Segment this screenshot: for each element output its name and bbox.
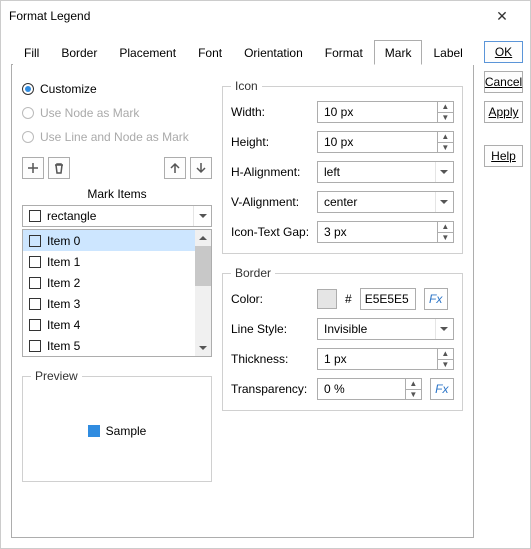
hash-label: # [341,292,356,306]
square-icon [29,298,41,310]
valign-label: V-Alignment: [231,195,313,209]
halign-select[interactable]: left [317,161,454,183]
chevron-down-icon [193,206,211,226]
mark-type-value: rectangle [45,209,193,223]
add-button[interactable] [22,157,44,179]
list-item[interactable]: Item 2 [23,272,195,293]
list-item[interactable]: Item 4 [23,314,195,335]
icon-legend: Icon [231,79,262,93]
gap-input[interactable]: 3 px ▲▼ [317,221,454,243]
spinner[interactable]: ▲▼ [437,132,453,152]
mark-items-list: Item 0 Item 1 Item 2 Item 3 Item 4 Item … [22,229,212,357]
preview-group: Preview Sample [22,369,212,482]
square-icon [29,210,41,222]
height-label: Height: [231,135,313,149]
spinner[interactable]: ▲▼ [405,379,421,399]
width-input[interactable]: 10 px ▲▼ [317,101,454,123]
color-swatch[interactable] [317,289,337,309]
transparency-fx-button[interactable]: Fx [430,378,454,400]
help-button[interactable]: Help [484,145,523,167]
list-item[interactable]: Item 5 [23,335,195,356]
radio-use-line-node [22,131,34,143]
thickness-input[interactable]: 1 px ▲▼ [317,348,454,370]
close-button[interactable]: ✕ [482,8,522,25]
linestyle-select[interactable]: Invisible [317,318,454,340]
arrow-down-icon [194,161,208,175]
tab-label[interactable]: Label [422,40,473,65]
spinner[interactable]: ▲▼ [437,349,453,369]
ok-button[interactable]: OK [484,41,523,63]
title-bar: Format Legend ✕ [1,1,530,31]
scroll-down-icon[interactable] [195,340,211,356]
list-item[interactable]: Item 3 [23,293,195,314]
square-icon [29,340,41,352]
radio-customize[interactable] [22,83,34,95]
mark-type-combo[interactable]: rectangle [22,205,212,227]
cancel-button[interactable]: Cancel [484,71,523,93]
move-down-button[interactable] [190,157,212,179]
valign-select[interactable]: center [317,191,454,213]
tab-font[interactable]: Font [187,40,233,65]
tab-orientation[interactable]: Orientation [233,40,314,65]
tab-format[interactable]: Format [314,40,374,65]
list-item[interactable]: Item 0 [23,230,195,251]
tab-mark[interactable]: Mark [374,40,423,65]
radio-use-node [22,107,34,119]
width-label: Width: [231,105,313,119]
square-icon [29,256,41,268]
scrollbar[interactable] [195,230,211,356]
apply-button[interactable]: Apply [484,101,523,123]
tab-border[interactable]: Border [50,40,108,65]
preview-swatch [88,425,100,437]
transparency-label: Transparency: [231,382,313,396]
radio-customize-label: Customize [40,82,97,96]
mark-items-heading: Mark Items [22,187,212,201]
linestyle-label: Line Style: [231,322,313,336]
icon-group: Icon Width: 10 px ▲▼ Height: 10 px ▲▼ [222,79,463,254]
chevron-down-icon [435,162,453,182]
color-label: Color: [231,292,313,306]
tab-fill[interactable]: Fill [13,40,50,65]
spinner[interactable]: ▲▼ [437,222,453,242]
preview-legend: Preview [31,369,82,383]
delete-button[interactable] [48,157,70,179]
tab-bar: Fill Border Placement Font Orientation F… [11,39,474,65]
gap-label: Icon-Text Gap: [231,225,313,239]
scroll-thumb[interactable] [195,246,211,286]
window-title: Format Legend [9,9,482,23]
preview-label: Sample [106,424,147,438]
height-input[interactable]: 10 px ▲▼ [317,131,454,153]
chevron-down-icon [435,192,453,212]
arrow-up-icon [168,161,182,175]
scroll-up-icon[interactable] [195,230,211,246]
list-item[interactable]: Item 1 [23,251,195,272]
thickness-label: Thickness: [231,352,313,366]
square-icon [29,277,41,289]
trash-icon [52,161,66,175]
tab-placement[interactable]: Placement [108,40,187,65]
chevron-down-icon [435,319,453,339]
halign-label: H-Alignment: [231,165,313,179]
color-hex-input[interactable]: E5E5E5 [360,288,416,310]
spinner[interactable]: ▲▼ [437,102,453,122]
transparency-input[interactable]: 0 % ▲▼ [317,378,422,400]
color-fx-button[interactable]: Fx [424,288,448,310]
move-up-button[interactable] [164,157,186,179]
plus-icon [26,161,40,175]
border-legend: Border [231,266,275,280]
tab-content: Customize Use Node as Mark Use Line and … [11,65,474,538]
radio-use-node-label: Use Node as Mark [40,106,139,120]
square-icon [29,235,41,247]
square-icon [29,319,41,331]
border-group: Border Color: # E5E5E5 Fx Line Style: In… [222,266,463,411]
radio-use-line-node-label: Use Line and Node as Mark [40,130,189,144]
